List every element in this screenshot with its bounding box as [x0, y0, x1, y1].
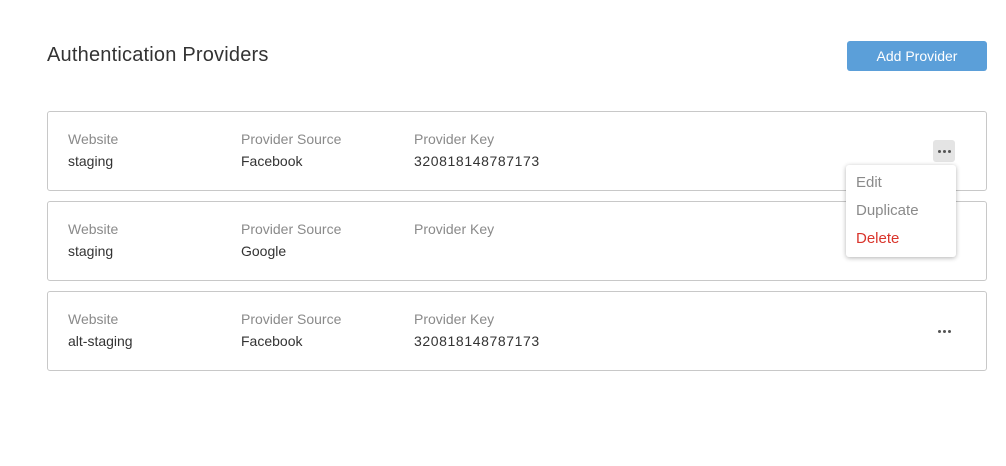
menu-item-duplicate[interactable]: Duplicate [846, 197, 956, 225]
website-field: Website alt-staging [68, 311, 133, 349]
website-label: Website [68, 221, 119, 237]
provider-source-label: Provider Source [241, 221, 342, 237]
provider-source-value: Facebook [241, 333, 303, 349]
provider-source-field: Provider Source Facebook [241, 311, 341, 349]
add-provider-button[interactable]: Add Provider [847, 41, 987, 71]
website-value: staging [68, 153, 114, 169]
website-field: Website staging [68, 131, 118, 169]
provider-key-field: Provider Key [414, 221, 494, 243]
provider-source-value: Facebook [241, 153, 303, 169]
provider-source-field: Provider Source Google [241, 221, 341, 259]
more-actions-button[interactable] [933, 320, 955, 342]
more-horizontal-icon [937, 149, 951, 153]
website-label: Website [68, 311, 119, 327]
provider-source-label: Provider Source [241, 131, 342, 147]
website-label: Website [68, 131, 119, 147]
more-horizontal-icon [937, 329, 951, 333]
website-field: Website staging [68, 221, 118, 259]
provider-key-field: Provider Key 320818148787173 [414, 311, 540, 349]
provider-source-label: Provider Source [241, 311, 342, 327]
more-actions-button[interactable] [933, 140, 955, 162]
actions-dropdown-menu: Edit Duplicate Delete [846, 165, 956, 257]
website-value: staging [68, 243, 114, 259]
provider-key-label: Provider Key [414, 221, 495, 237]
website-value: alt-staging [68, 333, 133, 349]
provider-card: Website alt-staging Provider Source Face… [47, 291, 987, 371]
provider-key-value: 320818148787173 [414, 333, 540, 349]
provider-source-field: Provider Source Facebook [241, 131, 341, 169]
provider-key-field: Provider Key 320818148787173 [414, 131, 540, 169]
provider-source-value: Google [241, 243, 287, 259]
provider-key-label: Provider Key [414, 311, 495, 327]
provider-key-value: 320818148787173 [414, 153, 540, 169]
menu-item-edit[interactable]: Edit [846, 169, 956, 197]
page-title: Authentication Providers [47, 44, 269, 66]
provider-key-label: Provider Key [414, 131, 495, 147]
menu-item-delete[interactable]: Delete [846, 225, 956, 253]
